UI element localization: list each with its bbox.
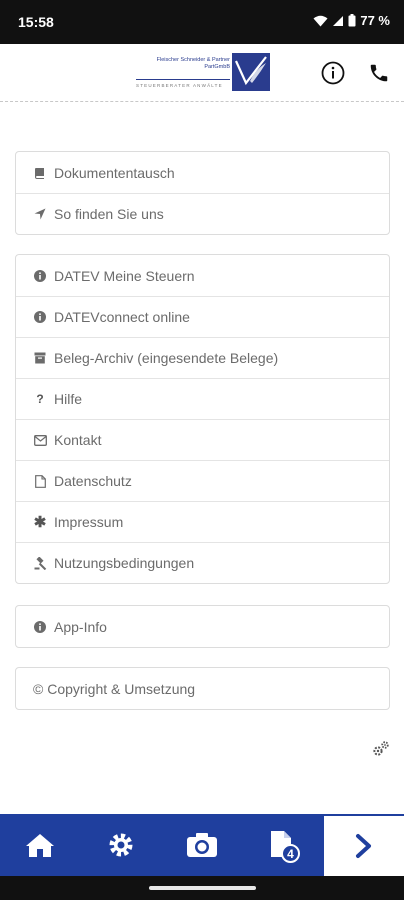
info-circle-icon: [33, 269, 47, 283]
menu-item-datenschutz[interactable]: Datenschutz: [16, 460, 389, 501]
home-icon: [26, 834, 54, 857]
phone-icon: [370, 64, 388, 82]
gear-icon: [109, 833, 133, 857]
question-icon: ?: [36, 392, 44, 406]
settings-cogs-button[interactable]: [372, 740, 390, 758]
bottom-navigation: 4: [0, 814, 404, 876]
menu-item-impressum[interactable]: ✱ Impressum: [16, 501, 389, 542]
menu-group-copyright: © Copyright & Umsetzung: [15, 667, 390, 710]
tab-settings[interactable]: [81, 814, 161, 876]
file-icon: [33, 474, 47, 488]
menu-item-app-info[interactable]: App-Info: [16, 606, 389, 647]
status-bar: 15:58 77 %: [0, 0, 404, 44]
gavel-icon: [33, 556, 47, 570]
menu-item-label: So finden Sie uns: [54, 206, 164, 222]
home-indicator[interactable]: [149, 886, 256, 890]
status-time: 15:58: [18, 14, 54, 30]
logo-text: Fleischer Schneider & Partner PartGmbB: [134, 57, 230, 70]
menu-item-dokumententausch[interactable]: Dokumententausch: [16, 152, 389, 193]
logo-subtitle: STEUERBERATER ANWÄLTE: [136, 83, 223, 88]
menu-item-label: Hilfe: [54, 391, 83, 407]
tab-documents[interactable]: 4: [243, 814, 323, 876]
menu-item-hilfe[interactable]: ? Hilfe: [16, 378, 389, 419]
menu-item-label: DATEV Meine Steuern: [54, 267, 195, 284]
menu-item-label: Impressum: [54, 514, 124, 530]
menu-group-services: DATEV Meine Steuern DATEVconnect online …: [15, 254, 390, 584]
menu-item-label: © Copyright & Umsetzung: [33, 680, 196, 697]
chevron-right-icon: [356, 834, 371, 858]
logo-mark-icon: [232, 53, 270, 91]
menu-item-label: Dokumententausch: [54, 164, 175, 181]
menu-item-beleg-archiv[interactable]: Beleg-Archiv (eingesendete Belege): [16, 337, 389, 378]
info-circle-icon: [33, 310, 47, 324]
book-icon: [33, 166, 47, 180]
menu-group-info: App-Info: [15, 605, 390, 648]
signal-icon: [332, 15, 344, 27]
info-button[interactable]: [318, 58, 348, 88]
menu-item-label: Datenschutz: [54, 473, 132, 489]
location-arrow-icon: [33, 207, 47, 221]
menu-item-datev-meine-steuern[interactable]: DATEV Meine Steuern: [16, 255, 389, 296]
menu-item-label: Kontakt: [54, 432, 102, 448]
menu-item-label: Beleg-Archiv (eingesendete Belege): [54, 350, 279, 366]
status-icons: 77 %: [313, 13, 390, 28]
tab-home[interactable]: [0, 814, 80, 876]
system-navigation-bar: [0, 876, 404, 900]
cogs-icon: [373, 741, 389, 756]
info-circle-icon: [33, 620, 47, 634]
battery-icon: [348, 14, 356, 27]
badge-count: 4: [287, 846, 294, 861]
camera-icon: [187, 833, 217, 857]
company-logo[interactable]: Fleischer Schneider & Partner PartGmbB S…: [134, 53, 272, 91]
tab-camera[interactable]: [162, 814, 242, 876]
menu-item-so-finden-sie-uns[interactable]: So finden Sie uns: [16, 193, 389, 234]
info-circle-icon: [321, 61, 345, 85]
menu-item-copyright[interactable]: © Copyright & Umsetzung: [16, 668, 389, 709]
logo-divider: [136, 79, 230, 80]
battery-percent: 77 %: [360, 13, 390, 28]
envelope-icon: [33, 433, 47, 447]
menu-group-documents: Dokumententausch So finden Sie uns: [15, 151, 390, 235]
menu-item-datevconnect-online[interactable]: DATEVconnect online: [16, 296, 389, 337]
archive-icon: [33, 351, 47, 365]
menu-item-label: DATEVconnect online: [54, 309, 190, 325]
document-with-badge: 4: [266, 828, 300, 863]
asterisk-icon: ✱: [33, 514, 47, 531]
wifi-icon: [313, 15, 328, 27]
menu-item-label: App-Info: [54, 618, 107, 635]
menu-item-nutzungsbedingungen[interactable]: Nutzungsbedingungen: [16, 542, 389, 583]
call-button[interactable]: [364, 58, 394, 88]
menu-item-kontakt[interactable]: Kontakt: [16, 419, 389, 460]
next-button[interactable]: [324, 814, 404, 876]
logo-line-2: PartGmbB: [204, 63, 230, 70]
app-header: Fleischer Schneider & Partner PartGmbB S…: [0, 44, 404, 102]
document-count-badge: 4: [281, 844, 300, 863]
menu-item-label: Nutzungsbedingungen: [54, 555, 195, 571]
